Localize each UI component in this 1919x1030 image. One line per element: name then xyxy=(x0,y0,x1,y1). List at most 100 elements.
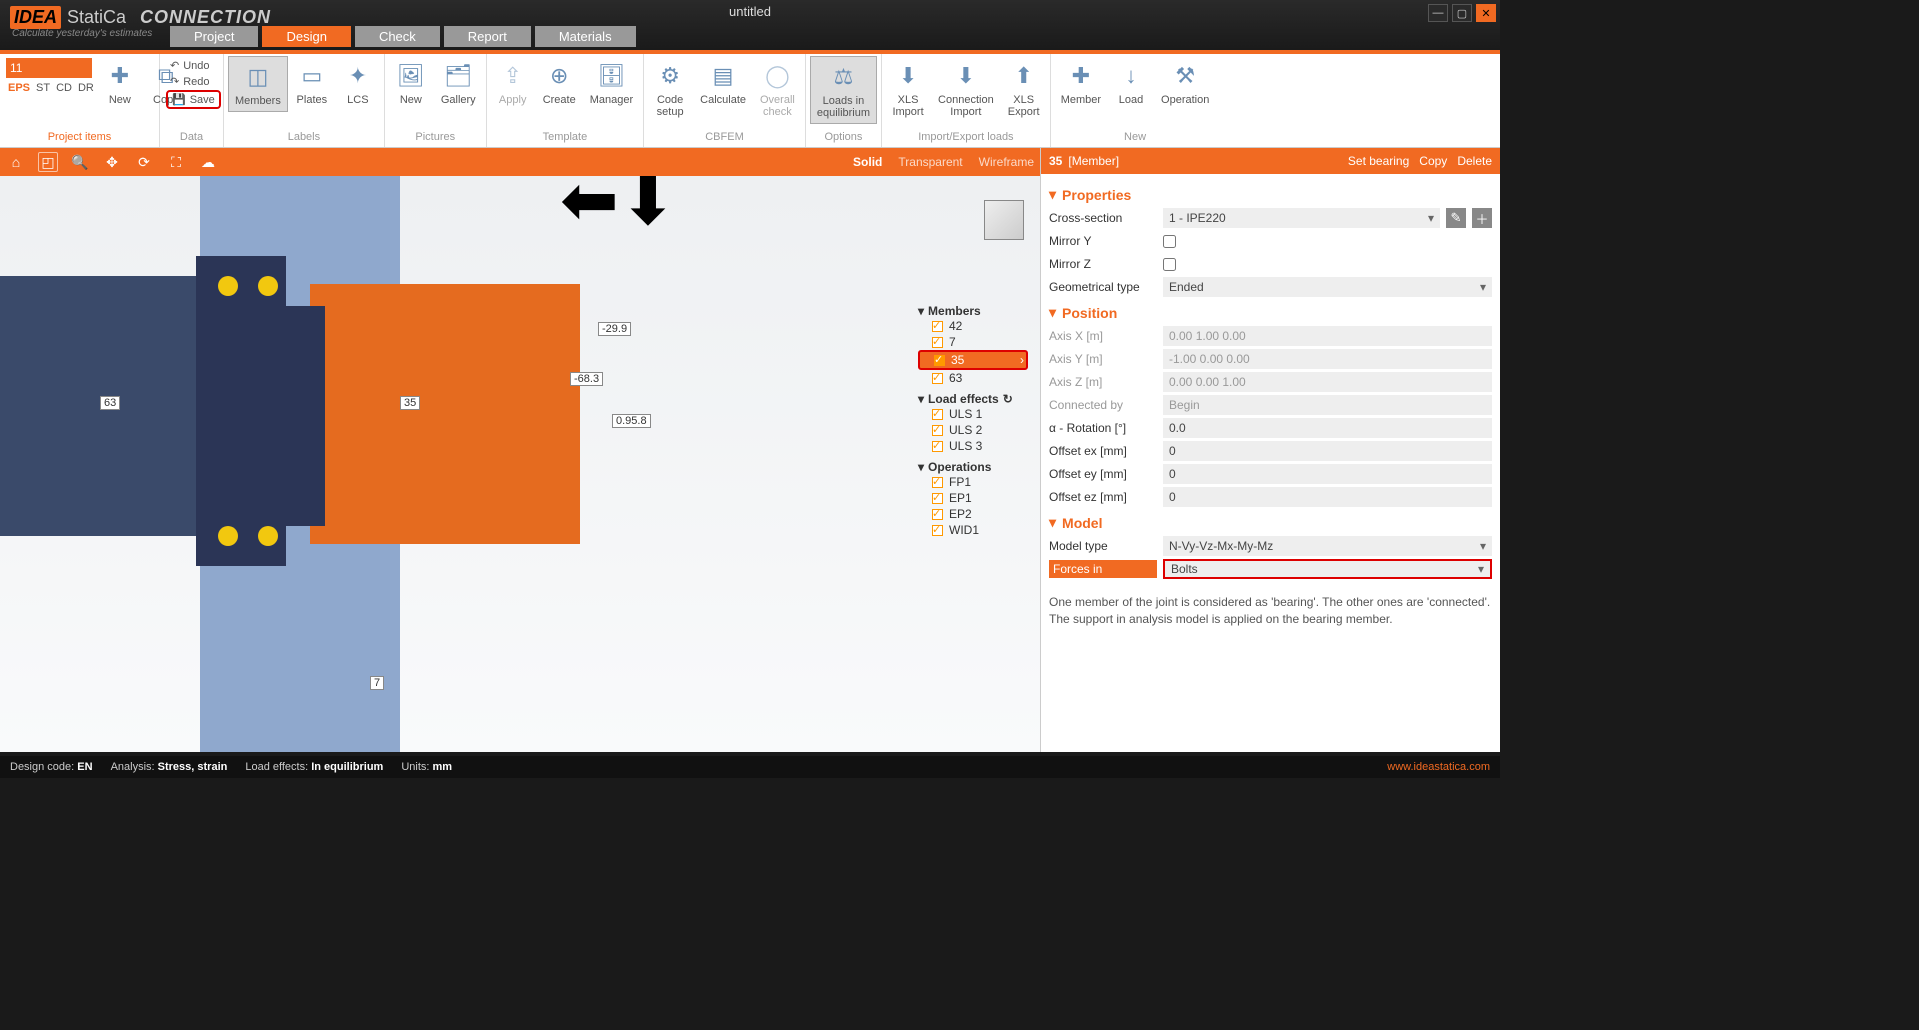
checkbox-icon[interactable] xyxy=(932,509,943,520)
save-button[interactable]: 💾Save xyxy=(166,90,221,109)
manager-button[interactable]: 🗄Manager xyxy=(584,56,639,110)
ribbon-group-labels: ◫Members ▭Plates ✦LCS Labels xyxy=(224,54,385,147)
tag-icon[interactable]: ☁ xyxy=(198,152,218,172)
row-offset-ez: Offset ez [mm]0 xyxy=(1049,486,1492,508)
zoom-area-icon[interactable]: ◰ xyxy=(38,152,58,172)
checkbox-icon[interactable] xyxy=(932,493,943,504)
tree-load-uls1[interactable]: ULS 1 xyxy=(918,406,1028,422)
section-properties[interactable]: ▾ Properties xyxy=(1049,186,1492,203)
calculate-button[interactable]: ▤Calculate xyxy=(694,56,752,110)
tab-check[interactable]: Check xyxy=(355,26,440,47)
edit-icon[interactable]: ✎ xyxy=(1446,208,1466,228)
checkbox-icon[interactable] xyxy=(932,409,943,420)
checkbox-icon[interactable] xyxy=(932,477,943,488)
set-bearing-button[interactable]: Set bearing xyxy=(1348,154,1409,168)
help-text: One member of the joint is considered as… xyxy=(1049,594,1492,628)
mode-transparent[interactable]: Transparent xyxy=(898,155,962,169)
delete-button[interactable]: Delete xyxy=(1457,154,1492,168)
add-icon[interactable]: ＋ xyxy=(1472,208,1492,228)
members-label-button[interactable]: ◫Members xyxy=(228,56,288,112)
model-type-select[interactable]: N-Vy-Vz-Mx-My-Mz xyxy=(1163,536,1492,556)
loads-equilibrium-button[interactable]: ⚖Loads in equilibrium xyxy=(810,56,877,124)
new-item-button[interactable]: ✚New xyxy=(98,56,142,110)
xls-import-button[interactable]: ⬇XLS Import xyxy=(886,56,930,122)
tab-report[interactable]: Report xyxy=(444,26,531,47)
tree-ops-header[interactable]: ▾ Operations xyxy=(918,460,1028,474)
tree-op-ep1[interactable]: EP1 xyxy=(918,490,1028,506)
tree-member-35[interactable]: 35› xyxy=(918,350,1028,370)
overall-check-button[interactable]: ◯Overall check xyxy=(754,56,801,122)
new-member-button[interactable]: ✚Member xyxy=(1055,56,1107,110)
rotate-icon[interactable]: ⟳ xyxy=(134,152,154,172)
website-link[interactable]: www.ideastatica.com xyxy=(1387,761,1490,773)
checkbox-icon[interactable] xyxy=(934,355,945,366)
code-setup-button[interactable]: ⚙Code setup xyxy=(648,56,692,122)
member-icon: ✚ xyxy=(1065,60,1097,92)
3d-viewport[interactable]: ⬅⬇ -29.9 -68.3 0.95.8 35 63 7 ▾ Members … xyxy=(0,176,1040,752)
tab-materials[interactable]: Materials xyxy=(535,26,636,47)
tree-op-fp1[interactable]: FP1 xyxy=(918,474,1028,490)
rotation-input[interactable]: 0.0 xyxy=(1163,418,1492,438)
zoom-icon[interactable]: 🔍 xyxy=(70,152,90,172)
mode-wireframe[interactable]: Wireframe xyxy=(979,155,1034,169)
tab-design[interactable]: Design xyxy=(262,26,350,47)
tree-op-wid1[interactable]: WID1 xyxy=(918,522,1028,538)
row-model-type: Model typeN-Vy-Vz-Mx-My-Mz xyxy=(1049,535,1492,557)
project-subtabs: EPS ST CD DR xyxy=(4,80,96,94)
checkbox-icon[interactable] xyxy=(932,321,943,332)
lcs-icon: ✦ xyxy=(342,60,374,92)
tree-members-header[interactable]: ▾ Members xyxy=(918,304,1028,318)
offset-ez-input[interactable]: 0 xyxy=(1163,487,1492,507)
tree-op-ep2[interactable]: EP2 xyxy=(918,506,1028,522)
tree-member-42[interactable]: 42 xyxy=(918,318,1028,334)
geo-type-select[interactable]: Ended xyxy=(1163,277,1492,297)
pan-icon[interactable]: ✥ xyxy=(102,152,122,172)
forces-in-select[interactable]: Bolts xyxy=(1163,559,1492,579)
maximize-button[interactable]: ▢ xyxy=(1452,4,1472,22)
mirror-y-checkbox[interactable] xyxy=(1163,235,1176,248)
picture-new-button[interactable]: 🖼New xyxy=(389,56,433,110)
gallery-button[interactable]: 🗂Gallery xyxy=(435,56,482,110)
new-load-button[interactable]: ↓Load xyxy=(1109,56,1153,110)
checkbox-icon[interactable] xyxy=(932,525,943,536)
group-title: Options xyxy=(810,129,877,145)
redo-button[interactable]: ↷Redo xyxy=(166,74,221,89)
subtab-cd[interactable]: CD xyxy=(56,82,72,94)
section-model[interactable]: ▾ Model xyxy=(1049,514,1492,531)
subtab-dr[interactable]: DR xyxy=(78,82,94,94)
subtab-st[interactable]: ST xyxy=(36,82,50,94)
tab-project[interactable]: Project xyxy=(170,26,258,47)
new-operation-button[interactable]: ⚒Operation xyxy=(1155,56,1215,110)
checkbox-icon[interactable] xyxy=(932,425,943,436)
close-button[interactable]: ✕ xyxy=(1476,4,1496,22)
undo-button[interactable]: ↶Undo xyxy=(166,58,221,73)
xls-export-button[interactable]: ⬆XLS Export xyxy=(1002,56,1046,122)
tree-member-7[interactable]: 7 xyxy=(918,334,1028,350)
copy-button[interactable]: Copy xyxy=(1419,154,1447,168)
lcs-label-button[interactable]: ✦LCS xyxy=(336,56,380,110)
checkbox-icon[interactable] xyxy=(932,441,943,452)
tree-load-uls3[interactable]: ULS 3 xyxy=(918,438,1028,454)
mirror-z-checkbox[interactable] xyxy=(1163,258,1176,271)
home-view-icon[interactable]: ⌂ xyxy=(6,152,26,172)
tree-member-63[interactable]: 63 xyxy=(918,370,1028,386)
mode-solid[interactable]: Solid xyxy=(853,155,882,169)
offset-ex-input[interactable]: 0 xyxy=(1163,441,1492,461)
tree-load-uls2[interactable]: ULS 2 xyxy=(918,422,1028,438)
connection-import-button[interactable]: ⬇Connection Import xyxy=(932,56,1000,122)
fullscreen-icon[interactable]: ⛶ xyxy=(166,152,186,172)
tree-loads-header[interactable]: ▾ Load effects ↻ xyxy=(918,392,1028,406)
subtab-eps[interactable]: EPS xyxy=(8,82,30,94)
checkbox-icon[interactable] xyxy=(932,337,943,348)
minimize-button[interactable]: — xyxy=(1428,4,1448,22)
project-select[interactable] xyxy=(6,58,92,78)
checkbox-icon[interactable] xyxy=(932,373,943,384)
offset-ey-input[interactable]: 0 xyxy=(1163,464,1492,484)
apply-template-button[interactable]: ⇪Apply xyxy=(491,56,535,110)
create-template-button[interactable]: ⊕Create xyxy=(537,56,582,110)
section-position[interactable]: ▾ Position xyxy=(1049,304,1492,321)
view-cube[interactable] xyxy=(984,200,1024,240)
row-cross-section: Cross-section 1 - IPE220 ✎ ＋ xyxy=(1049,207,1492,229)
plates-label-button[interactable]: ▭Plates xyxy=(290,56,334,110)
cross-section-select[interactable]: 1 - IPE220 xyxy=(1163,208,1440,228)
